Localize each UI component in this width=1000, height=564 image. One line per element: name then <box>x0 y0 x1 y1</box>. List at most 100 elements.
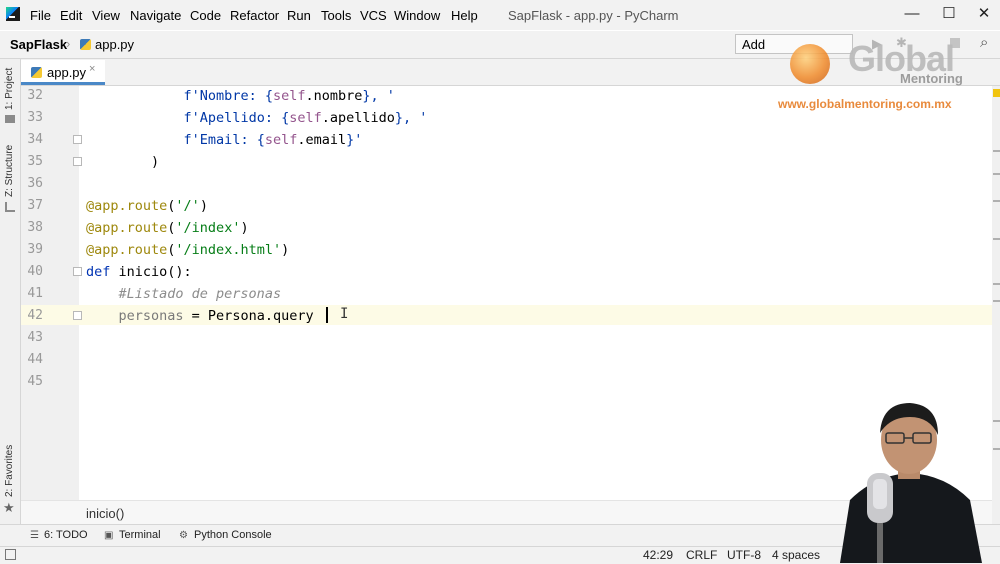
folder-icon <box>5 115 15 123</box>
code-token: .email <box>297 132 347 148</box>
menu-run[interactable]: Run <box>287 8 311 23</box>
scroll-marker[interactable] <box>993 283 1000 285</box>
maximize-button[interactable]: ☐ <box>937 3 961 25</box>
terminal-icon: ▣ <box>104 530 114 541</box>
code-token: '/index.html' <box>175 242 282 258</box>
code-token: f'Nombre: { <box>183 88 273 104</box>
pycharm-logo-icon <box>6 7 20 21</box>
code-token: }, ' <box>362 88 395 104</box>
menu-tools[interactable]: Tools <box>321 8 351 23</box>
tab-label[interactable]: app.py <box>47 65 86 80</box>
line-number: 32 <box>27 88 43 103</box>
todo-tool-button[interactable]: 6: TODO <box>44 529 88 541</box>
menu-help[interactable]: Help <box>451 8 478 23</box>
line-number: 42 <box>27 308 43 323</box>
fold-marker[interactable] <box>73 311 82 320</box>
code-token: @app.route <box>86 220 168 236</box>
line-number: 37 <box>27 198 43 213</box>
code-token: personas <box>118 308 184 324</box>
line-number: 39 <box>27 242 43 257</box>
scroll-marker[interactable] <box>993 150 1000 152</box>
code-line-38: @app.route('/index') <box>86 220 249 236</box>
python-file-icon <box>31 67 42 78</box>
ibeam-cursor-icon: I <box>340 306 349 322</box>
file-encoding[interactable]: UTF-8 <box>727 548 761 562</box>
scroll-marker[interactable] <box>993 300 1000 302</box>
chevron-right-icon: › <box>66 36 71 51</box>
todo-icon: ☰ <box>30 530 39 541</box>
close-tab-icon[interactable]: × <box>89 63 95 75</box>
code-token: '/index' <box>175 220 241 236</box>
structure-icon <box>5 202 15 212</box>
code-token: '/' <box>175 198 200 214</box>
code-line-39: @app.route('/index.html') <box>86 242 290 258</box>
window-title: SapFlask - app.py - PyCharm <box>508 8 679 23</box>
code-line-32: f'Nombre: {self.nombre}, ' <box>86 88 395 104</box>
code-token: }, ' <box>394 110 428 126</box>
code-line-41: #Listado de personas <box>86 286 282 302</box>
scroll-marker[interactable] <box>993 200 1000 202</box>
code-token: .apellido <box>321 110 395 126</box>
line-number: 34 <box>27 132 43 147</box>
line-separator[interactable]: CRLF <box>686 548 717 562</box>
code-token: #Listado de personas <box>118 286 282 302</box>
menu-edit[interactable]: Edit <box>60 8 82 23</box>
line-number: 35 <box>27 154 43 169</box>
fold-marker[interactable] <box>73 135 82 144</box>
search-icon[interactable]: ⌕ <box>980 34 988 51</box>
indent-setting[interactable]: 4 spaces <box>772 548 820 562</box>
code-token: @app.route <box>86 242 168 258</box>
python-console-icon: ⚙ <box>179 530 188 541</box>
presenter-webcam-overlay <box>820 395 1000 563</box>
favorites-tool-tab[interactable]: 2: Favorites <box>4 445 15 497</box>
code-token: f'Apellido: { <box>183 110 290 126</box>
fold-marker[interactable] <box>73 157 82 166</box>
star-icon: ★ <box>3 500 15 515</box>
code-line-40: def inicio(): <box>86 264 192 280</box>
python-console-tool-button[interactable]: Python Console <box>194 529 272 541</box>
breadcrumb[interactable]: inicio() <box>86 506 124 521</box>
line-number: 33 <box>27 110 43 125</box>
globe-logo-icon <box>790 44 830 84</box>
code-token: def <box>86 264 111 280</box>
code-token: self <box>264 132 298 148</box>
code-line-34: f'Email: {self.email}' <box>86 132 363 148</box>
code-token: f'Email: { <box>183 132 265 148</box>
project-tool-tab[interactable]: 1: Project <box>4 68 15 110</box>
nav-project-name[interactable]: SapFlask <box>10 37 67 52</box>
close-button[interactable]: ✕ <box>972 3 996 25</box>
python-file-icon <box>80 39 91 50</box>
menu-vcs[interactable]: VCS <box>360 8 387 23</box>
line-number: 45 <box>27 374 43 389</box>
minimize-button[interactable]: — <box>900 3 924 25</box>
presenter-image <box>840 403 982 563</box>
menu-code[interactable]: Code <box>190 8 221 23</box>
line-number: 38 <box>27 220 43 235</box>
menu-refactor[interactable]: Refactor <box>230 8 279 23</box>
code-line-42: personas = Persona.query <box>118 308 314 324</box>
layout-toggle-icon[interactable] <box>5 549 16 560</box>
fold-marker[interactable] <box>73 267 82 276</box>
terminal-tool-button[interactable]: Terminal <box>119 529 161 541</box>
menu-view[interactable]: View <box>92 8 120 23</box>
line-number: 40 <box>27 264 43 279</box>
nav-file-name[interactable]: app.py <box>95 37 134 52</box>
line-number: 43 <box>27 330 43 345</box>
scroll-marker[interactable] <box>993 238 1000 240</box>
code-line-33: f'Apellido: {self.apellido}, ' <box>86 110 428 126</box>
menu-file[interactable]: File <box>30 8 51 23</box>
caret-position[interactable]: 42:29 <box>643 548 673 562</box>
menu-window[interactable]: Window <box>394 8 440 23</box>
code-line-37: @app.route('/') <box>86 198 208 214</box>
code-token: .nombre <box>305 88 363 104</box>
watermark-subtitle: Mentoring <box>900 71 963 86</box>
code-token: }' <box>346 132 363 148</box>
menu-navigate[interactable]: Navigate <box>130 8 181 23</box>
structure-tool-tab[interactable]: Z: Structure <box>4 145 15 197</box>
warning-marker[interactable] <box>993 89 1000 97</box>
text-caret <box>326 307 328 323</box>
code-line-35: ) <box>86 154 160 170</box>
watermark-url: www.globalmentoring.com.mx <box>778 97 952 111</box>
code-token: self <box>272 88 306 104</box>
scroll-marker[interactable] <box>993 173 1000 175</box>
